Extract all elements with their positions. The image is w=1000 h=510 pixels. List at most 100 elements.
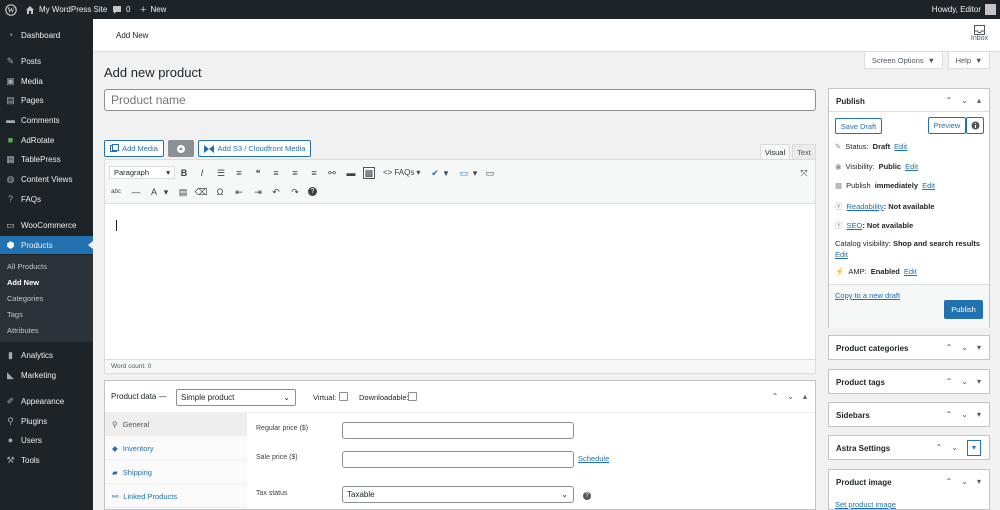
editor-body[interactable] <box>105 204 815 359</box>
tab-general[interactable]: ⚲ General <box>105 413 247 436</box>
preview-button[interactable]: Preview <box>928 117 966 134</box>
align-center-icon[interactable]: ≡ <box>289 167 301 179</box>
submenu-item-tags[interactable]: Tags <box>7 310 23 319</box>
account-menu[interactable]: Howdy, Editor <box>932 0 996 19</box>
comments-link[interactable]: 0 <box>112 0 130 19</box>
move-down-icon[interactable]: ⌄ <box>787 392 794 401</box>
move-up-icon[interactable]: ⌃ <box>946 377 953 386</box>
submenu-item-categories[interactable]: Categories <box>7 294 43 303</box>
format-select[interactable]: Paragraph ▾ <box>109 166 175 179</box>
bold-icon[interactable]: B <box>178 167 190 179</box>
sidebar-item-plugins[interactable]: ⚲ Plugins <box>0 412 93 430</box>
seo-link[interactable]: SEO <box>847 221 863 230</box>
sidebar-item-users[interactable]: ● Users <box>0 431 93 449</box>
paste-text-icon[interactable]: ▤ <box>177 186 189 198</box>
add-s3-media-button[interactable]: Add S3 / Cloudfront Media <box>198 140 311 157</box>
move-down-icon[interactable]: ⌄ <box>961 477 968 486</box>
edit-amp-link[interactable]: Edit <box>904 267 917 276</box>
publish-button[interactable]: Publish <box>944 300 983 319</box>
save-draft-button[interactable]: Save Draft <box>835 118 882 134</box>
tab-linked-products[interactable]: ⚯ Linked Products <box>105 485 247 508</box>
sidebar-item-adrotate[interactable]: ■ AdRotate <box>0 131 93 149</box>
move-down-icon[interactable]: ⌄ <box>951 443 958 456</box>
copy-draft-link[interactable]: Copy to a new draft <box>835 291 900 300</box>
media-extra-button[interactable] <box>168 140 194 157</box>
move-down-icon[interactable]: ⌄ <box>961 377 968 386</box>
move-down-icon[interactable]: ⌄ <box>961 96 968 105</box>
sidebar-item-marketing[interactable]: ◣ Marketing <box>0 366 93 384</box>
add-media-button[interactable]: Add Media <box>104 140 164 157</box>
toggle-icon[interactable]: ▾ <box>966 440 981 456</box>
sidebar-item-appearance[interactable]: ✐ Appearance <box>0 392 93 410</box>
edit-visibility-link[interactable]: Edit <box>905 162 918 171</box>
readability-link[interactable]: Readability <box>847 202 884 211</box>
sidebar-item-posts[interactable]: ✎ Posts <box>0 52 93 70</box>
clear-format-icon[interactable]: ⌫ <box>195 186 208 198</box>
wordpress-logo-icon[interactable]: W <box>5 0 17 19</box>
move-down-icon[interactable]: ⌄ <box>961 343 968 352</box>
sidebar-item-products[interactable]: ⬢ Products <box>0 236 93 254</box>
help-tip-icon[interactable]: ? <box>583 492 591 500</box>
checkmark-icon[interactable]: ✔ <box>428 167 442 179</box>
numbered-list-icon[interactable]: ≡ <box>233 167 245 179</box>
sidebar-item-dashboard[interactable]: ◔ Dashboard <box>0 26 93 44</box>
set-product-image-link[interactable]: Set product image <box>835 500 896 510</box>
blockquote-icon[interactable]: ❝ <box>252 167 264 179</box>
toggle-icon[interactable]: ▾ <box>977 377 981 386</box>
schedule-link[interactable]: Schedule <box>578 454 609 463</box>
product-name-input[interactable] <box>104 89 816 111</box>
sidebar-item-media[interactable]: ▣ Media <box>0 72 93 90</box>
toggle-icon[interactable]: ▾ <box>977 343 981 352</box>
tab-shipping[interactable]: ▰ Shipping <box>105 461 247 484</box>
link-icon[interactable]: ⚯ <box>326 167 338 179</box>
caret-down-icon[interactable]: ▾ <box>442 167 450 179</box>
italic-icon[interactable]: I <box>196 167 208 179</box>
toggle-icon[interactable]: ▴ <box>977 96 981 105</box>
regular-price-input[interactable] <box>342 422 574 439</box>
site-link[interactable]: My WordPress Site <box>25 0 107 19</box>
sidebar-item-tools[interactable]: ⚒ Tools <box>0 451 93 469</box>
caret-down-icon[interactable]: ▾ <box>471 167 479 179</box>
strikethrough-icon[interactable]: abc <box>110 186 122 198</box>
help-button[interactable]: Help ▼ <box>948 52 990 69</box>
toggle-icon[interactable]: ▴ <box>803 392 807 401</box>
virtual-checkbox[interactable] <box>339 392 348 401</box>
tab-inventory[interactable]: ◆ Inventory <box>105 437 247 460</box>
sidebar-item-analytics[interactable]: ▮ Analytics <box>0 346 93 364</box>
indent-right-icon[interactable]: ⇥ <box>252 186 264 198</box>
align-left-icon[interactable]: ≡ <box>270 167 282 179</box>
move-down-icon[interactable]: ⌄ <box>961 410 968 419</box>
help-circle-icon[interactable]: ? <box>308 187 317 196</box>
indent-left-icon[interactable]: ⇤ <box>233 186 245 198</box>
tax-status-select[interactable]: Taxable ⌄ <box>342 486 574 503</box>
special-char-icon[interactable]: Ω <box>214 186 226 198</box>
screen-options-button[interactable]: Screen Options ▼ <box>864 52 943 69</box>
sidebar-item-comments[interactable]: ▬ Comments <box>0 111 93 129</box>
edit-status-link[interactable]: Edit <box>894 142 907 151</box>
toggle-icon[interactable]: ▾ <box>977 410 981 419</box>
submenu-item-all-products[interactable]: All Products <box>7 262 47 271</box>
text-color-icon[interactable]: A <box>148 186 160 198</box>
downloadable-checkbox[interactable] <box>408 392 417 401</box>
tab-text[interactable]: Text <box>792 144 816 159</box>
sale-price-input[interactable] <box>342 451 574 468</box>
undo-icon[interactable]: ↶ <box>270 186 282 198</box>
tab-visual[interactable]: Visual <box>760 144 790 159</box>
new-link[interactable]: + New <box>140 0 166 19</box>
inbox-button[interactable]: Inbox <box>971 25 988 42</box>
move-up-icon[interactable]: ⌃ <box>772 392 779 401</box>
move-up-icon[interactable]: ⌃ <box>936 443 943 456</box>
sidebar-item-woocommerce[interactable]: ▭ WooCommerce <box>0 216 93 234</box>
redo-icon[interactable]: ↷ <box>289 186 301 198</box>
toggle-icon[interactable]: ▾ <box>977 477 981 486</box>
edit-catalog-link[interactable]: Edit <box>835 250 848 259</box>
align-right-icon[interactable]: ≡ <box>308 167 320 179</box>
caret-down-icon[interactable]: ▾ <box>160 186 172 198</box>
fullscreen-icon[interactable]: ⤧ <box>798 167 810 179</box>
bullet-list-icon[interactable]: ☰ <box>215 167 227 179</box>
move-up-icon[interactable]: ⌃ <box>946 410 953 419</box>
sidebar-item-pages[interactable]: ▤ Pages <box>0 91 93 109</box>
faqs-button[interactable]: <> FAQs ▾ <box>383 168 420 177</box>
hr-icon[interactable]: — <box>130 186 142 198</box>
move-up-icon[interactable]: ⌃ <box>946 477 953 486</box>
